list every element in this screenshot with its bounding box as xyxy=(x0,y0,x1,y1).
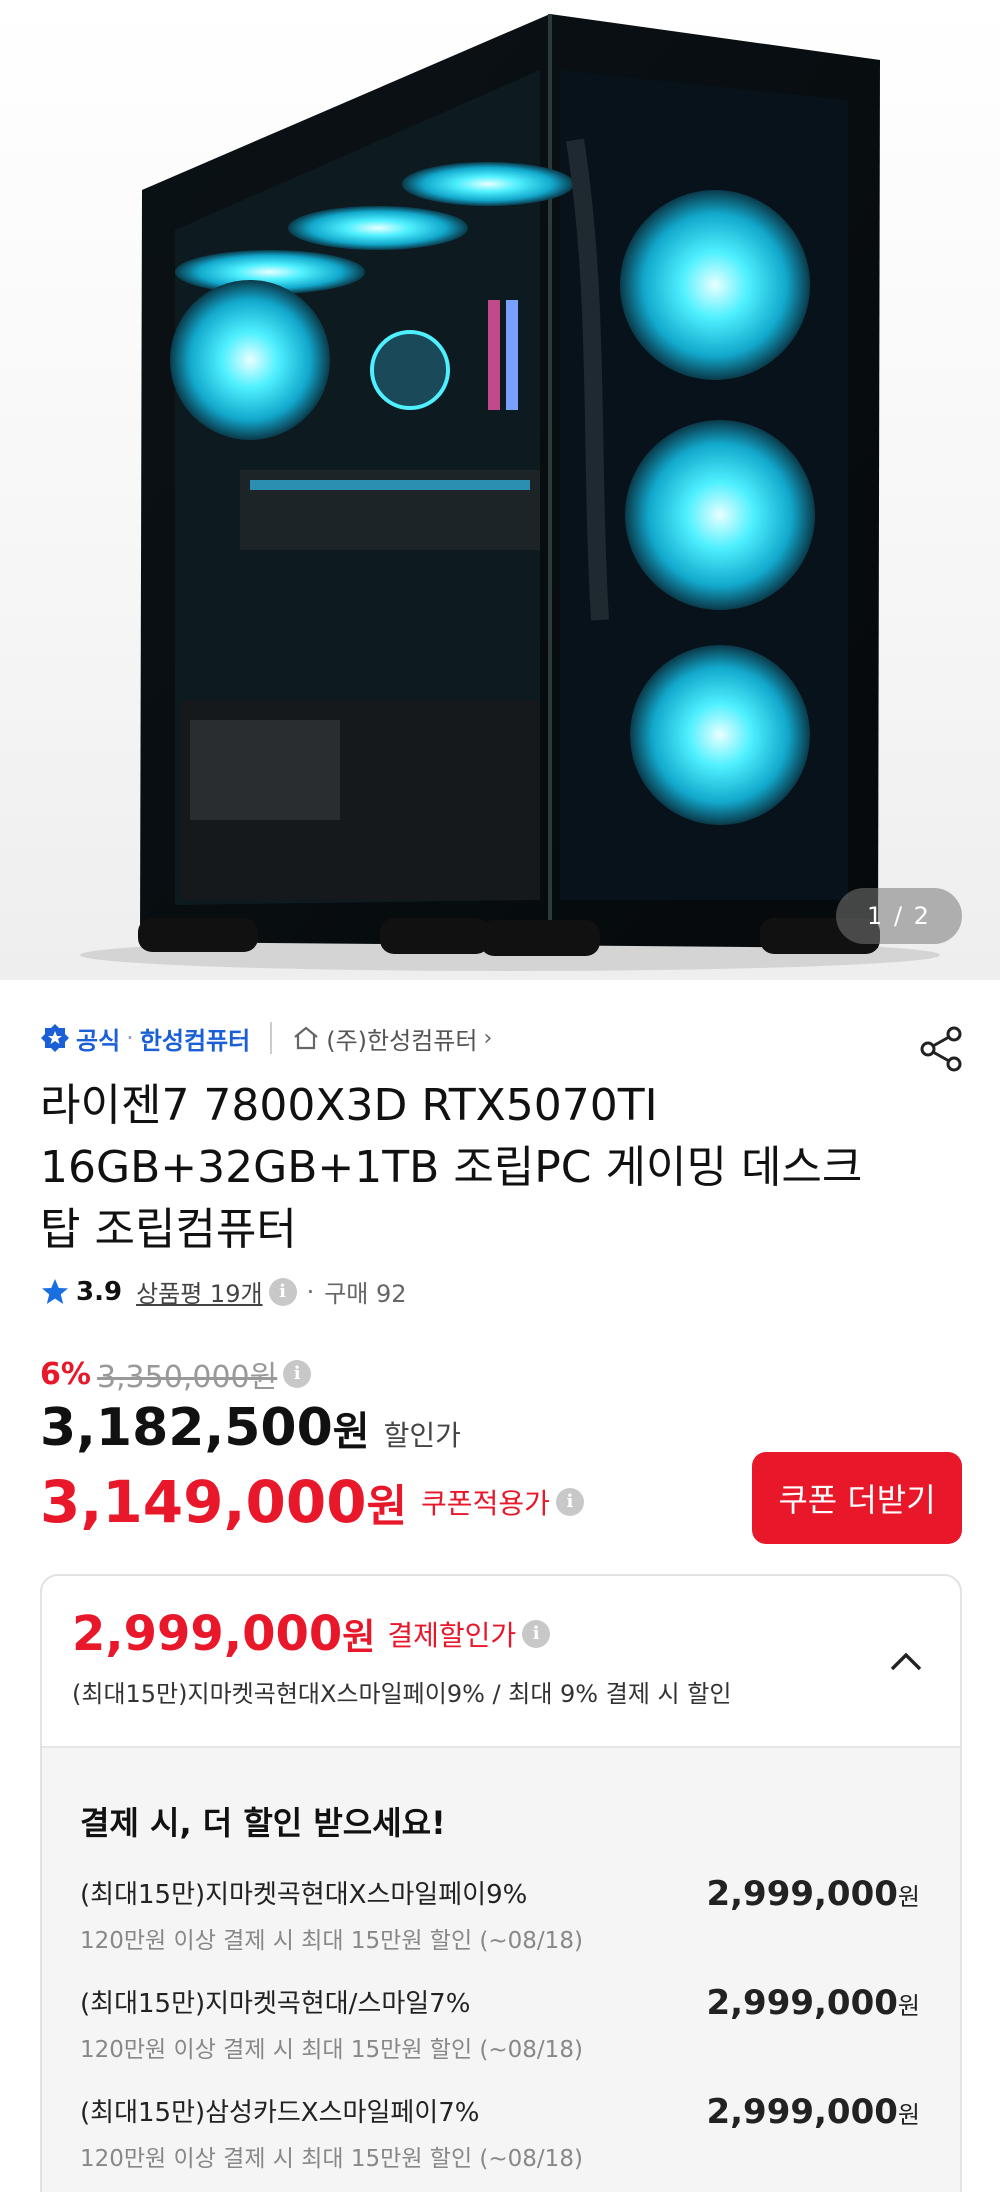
sale-price: 3,182,500 xyxy=(40,1398,333,1458)
currency-unit: 원 xyxy=(332,1409,370,1455)
chevron-right-icon: › xyxy=(483,1025,493,1051)
rating-score: 3.9 xyxy=(76,1276,123,1307)
seller-row: 공식 · 한성컴퓨터 (주)한성컴퓨터 › xyxy=(40,1018,492,1058)
payment-price: 2,999,000 xyxy=(72,1606,343,1662)
image-counter: 1 / 2 xyxy=(836,888,962,944)
offer-name: (최대15만)지마켓곡현대X스마일페이9% xyxy=(80,1880,528,1910)
official-label: 공식 xyxy=(76,1026,121,1055)
list-item[interactable]: (최대15만)지마켓곡현대/스마일7% 120만원 이상 결제 시 최대 15만… xyxy=(80,1983,920,2064)
list-item[interactable]: (최대15만)지마켓곡현대X스마일페이9% 120만원 이상 결제 시 최대 1… xyxy=(80,1874,920,1955)
product-title: 라이젠7 7800X3D RTX5070TI 16GB+32GB+1TB 조립P… xyxy=(40,1080,863,1255)
sale-price-label: 할인가 xyxy=(383,1419,461,1452)
offer-name: (최대15만)삼성카드X스마일페이7% xyxy=(80,2098,480,2128)
original-price-row: 6% 3,350,000원 i xyxy=(40,1352,312,1396)
payment-discount-card: 2,999,000 원 결제할인가 i (최대15만)지마켓곡현대X스마일페이9… xyxy=(40,1574,962,2192)
info-icon[interactable]: i xyxy=(522,1620,551,1648)
currency-unit: 원 xyxy=(342,1617,376,1658)
coupon-price-row: 3,149,000 원 쿠폰적용가 i xyxy=(40,1468,584,1536)
payment-offers: 결제 시, 더 할인 받으세요! (최대15만)지마켓곡현대X스마일페이9% 1… xyxy=(42,1746,960,2192)
share-icon[interactable] xyxy=(916,1024,966,1074)
gaming-pc-case-icon xyxy=(80,14,940,971)
offers-title: 결제 시, 더 할인 받으세요! xyxy=(80,1804,446,1842)
offer-description: 120만원 이상 결제 시 최대 15만원 할인 (~08/18) xyxy=(80,2037,583,2063)
original-price: 3,350,000원 xyxy=(96,1360,278,1395)
offer-price: 2,999,000원 xyxy=(706,2092,920,2132)
info-icon[interactable]: i xyxy=(555,1488,584,1516)
info-icon[interactable]: i xyxy=(268,1277,297,1306)
discount-percent: 6% xyxy=(40,1356,91,1392)
reviews-link[interactable]: 상품평 19개 xyxy=(136,1274,263,1309)
info-icon[interactable]: i xyxy=(283,1360,312,1388)
list-item[interactable]: (최대15만)삼성카드X스마일페이7% 120만원 이상 결제 시 최대 15만… xyxy=(80,2092,920,2173)
get-more-coupons-button[interactable]: 쿠폰 더받기 xyxy=(752,1452,962,1544)
offer-name: (최대15만)지마켓곡현대/스마일7% xyxy=(80,1989,471,2019)
separator-dot: · xyxy=(306,1277,315,1306)
divider xyxy=(270,1022,273,1054)
offer-description: 120만원 이상 결제 시 최대 15만원 할인 (~08/18) xyxy=(80,1928,583,1954)
offer-price: 2,999,000원 xyxy=(706,1874,920,1914)
chevron-up-icon[interactable] xyxy=(886,1642,926,1682)
offer-description: 120만원 이상 결제 시 최대 15만원 할인 (~08/18) xyxy=(80,2146,583,2172)
coupon-price-label: 쿠폰적용가 xyxy=(421,1487,550,1520)
product-image-gallery[interactable]: 1 / 2 xyxy=(0,0,1000,980)
payment-summary: (최대15만)지마켓곡현대X스마일페이9% / 최대 9% 결제 시 할인 xyxy=(72,1680,732,1708)
payment-price-label: 결제할인가 xyxy=(387,1619,517,1652)
home-icon xyxy=(294,1026,318,1050)
separator-dot: · xyxy=(126,1024,134,1052)
brand-link[interactable]: 한성컴퓨터 xyxy=(140,1021,250,1056)
star-icon xyxy=(42,1278,68,1304)
verified-badge-icon xyxy=(41,1024,69,1052)
coupon-price: 3,149,000 xyxy=(40,1468,367,1536)
currency-unit: 원 xyxy=(366,1481,408,1532)
store-link[interactable]: (주)한성컴퓨터 xyxy=(326,1021,477,1056)
offer-price: 2,999,000원 xyxy=(706,1983,920,2023)
rating-row: 3.9 상품평 19개 i · 구매 92 xyxy=(40,1274,407,1309)
sale-price-row: 3,182,500 원 할인가 xyxy=(40,1398,461,1458)
payment-card-header[interactable]: 2,999,000 원 결제할인가 i (최대15만)지마켓곡현대X스마일페이9… xyxy=(42,1576,960,1746)
purchase-count: 구매 92 xyxy=(324,1280,407,1308)
